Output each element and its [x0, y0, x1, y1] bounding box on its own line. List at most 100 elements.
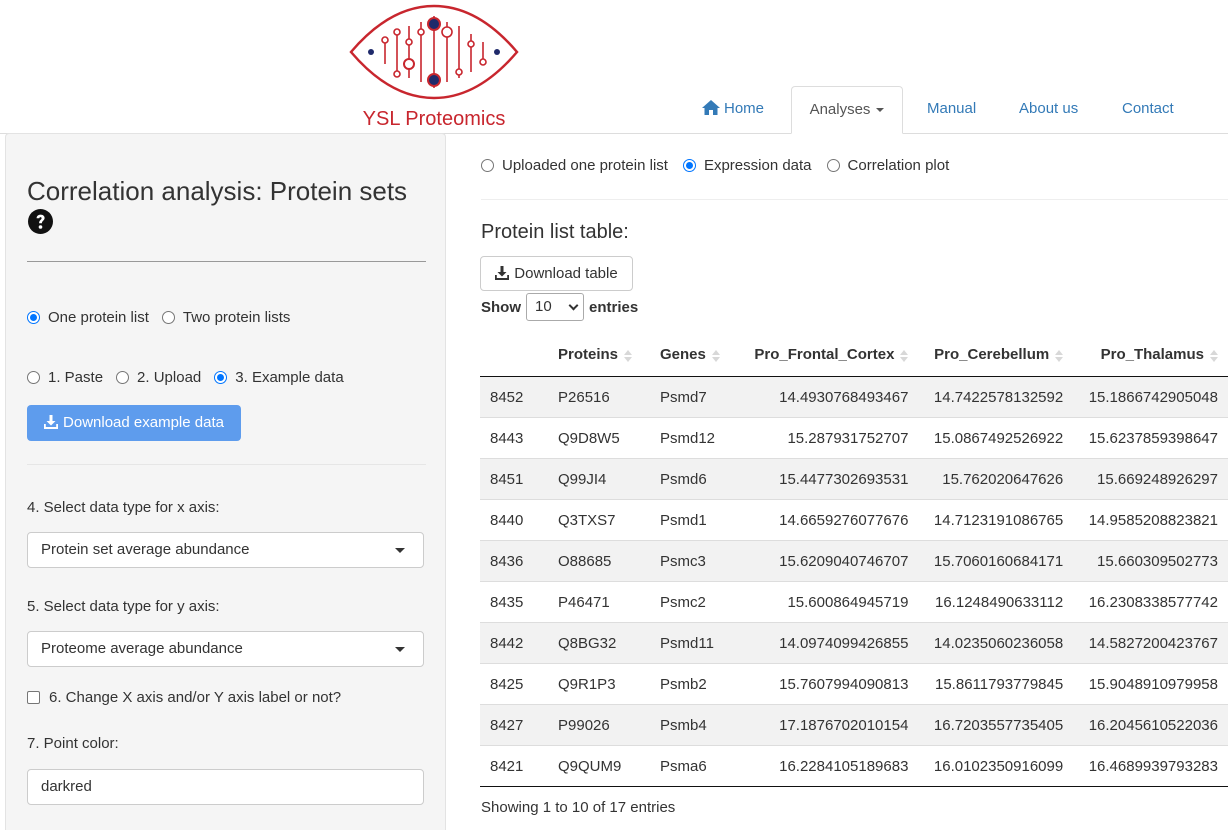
radio-paste[interactable]: 1. Paste [27, 369, 103, 386]
column-header-cerebellum[interactable]: Pro_Cerebellum [918, 334, 1074, 377]
entries-select-value: 10 [535, 298, 552, 315]
radio-correlation-plot[interactable]: Correlation plot [826, 157, 950, 174]
point-color-input[interactable]: darkred [27, 769, 424, 805]
entries-label: entries [589, 298, 639, 316]
radio-button[interactable] [826, 159, 840, 172]
radio-one-protein-list[interactable]: One protein list [27, 309, 149, 326]
change-axis-label-checkbox-row[interactable]: 6. Change X axis and/or Y axis label or … [27, 689, 341, 706]
section-title: Protein list table: [481, 221, 629, 243]
table-row[interactable]: 8436 O88685 Psmc3 15.6209040746707 15.706016… [480, 540, 1228, 582]
protein-table: Proteins Genes Pro_Frontal_Cortex Pro_Ce… [480, 334, 1228, 787]
table-cell: 16.2045610522036 [1073, 704, 1228, 746]
table-row[interactable]: 8440 Q3TXS7 Psmd1 14.6659276077676 14.712319… [480, 499, 1228, 541]
table-row[interactable]: 8425 Q9R1P3 Psmb2 15.7607994090813 15.861179… [480, 663, 1228, 705]
table-row[interactable]: 8442 Q8BG32 Psmd11 14.0974099426855 14.02350… [480, 622, 1228, 664]
table-cell: Psma6 [650, 745, 738, 787]
column-header-thalamus[interactable]: Pro_Thalamus [1073, 334, 1228, 377]
radio-button[interactable] [27, 371, 40, 384]
download-example-button[interactable]: Download example data [27, 405, 241, 441]
sort-icon [1055, 348, 1064, 364]
table-row[interactable]: 8427 P99026 Psmb4 17.1876702010154 16.720355… [480, 704, 1228, 746]
table-cell: 14.6659276077676 [738, 499, 919, 541]
table-cell: Psmd1 [650, 499, 738, 541]
radio-example-data[interactable]: 3. Example data [214, 369, 344, 386]
point-color-value: darkred [41, 778, 92, 795]
column-header-genes[interactable]: Genes [650, 334, 738, 377]
table-row[interactable]: 8452 P26516 Psmd7 14.4930768493467 14.742257… [480, 376, 1228, 418]
page-length-control: Show 10 entries [481, 293, 638, 321]
radio-label: One protein list [48, 309, 149, 326]
y-axis-select-value: Proteome average abundance [41, 640, 243, 657]
table-cell: 16.1248490633112 [918, 581, 1074, 623]
table-row[interactable]: 8443 Q9D8W5 Psmd12 15.287931752707 15.086749… [480, 417, 1228, 459]
nav-home[interactable]: Home [702, 86, 764, 132]
sort-icon [1210, 348, 1218, 364]
nav-analyses[interactable]: Analyses [791, 86, 903, 134]
radio-label: Uploaded one protein list [502, 157, 668, 174]
column-header-proteins[interactable]: Proteins [548, 334, 650, 377]
radio-upload[interactable]: 2. Upload [116, 369, 201, 386]
download-example-label: Download example data [63, 414, 224, 431]
radio-button[interactable] [116, 371, 130, 384]
table-cell: 15.6237859398647 [1073, 417, 1228, 459]
divider [481, 199, 1228, 200]
y-axis-select[interactable]: Proteome average abundance [27, 631, 424, 667]
radio-label: Two protein lists [182, 309, 291, 326]
table-cell: 14.7422578132592 [933, 388, 1064, 406]
table-cell: Psmd11 [650, 622, 738, 664]
nav-manual[interactable]: Manual [927, 86, 976, 132]
sidebar-panel: Correlation analysis: Protein sets One p… [5, 133, 446, 830]
radio-label: 3. Example data [235, 369, 344, 386]
column-header-label: Pro_Thalamus [1100, 346, 1204, 364]
radio-two-protein-lists[interactable]: Two protein lists [161, 309, 291, 326]
sort-icon [711, 348, 720, 364]
radio-button[interactable] [682, 159, 696, 172]
radio-button[interactable] [481, 159, 494, 172]
table-cell: 8440 [480, 499, 548, 541]
table-cell: Q9R1P3 [548, 663, 650, 705]
table-cell: 14.9585208823821 [1073, 499, 1228, 541]
table-cell: 15.6209040746707 [738, 540, 919, 582]
sort-icon [624, 348, 633, 364]
chevron-down-icon [568, 300, 579, 311]
table-cell: Psmc2 [650, 581, 738, 623]
table-cell: 8442 [480, 622, 548, 664]
x-axis-select[interactable]: Protein set average abundance [27, 532, 424, 568]
table-cell: 14.4930768493467 [779, 388, 909, 406]
table-cell: 14.0974099426855 [738, 622, 919, 664]
radio-uploaded-list[interactable]: Uploaded one protein list [481, 157, 668, 174]
question-circle-icon[interactable] [28, 209, 53, 234]
table-row[interactable]: 8435 P46471 Psmc2 15.600864945719 16.1248490… [480, 581, 1228, 623]
table-cell: 15.762020647626 [918, 458, 1074, 500]
radio-button[interactable] [214, 371, 228, 384]
radio-button[interactable] [27, 311, 40, 324]
radio-label: Expression data [703, 157, 812, 174]
table-cell: 8435 [480, 581, 548, 623]
radio-button[interactable] [161, 311, 175, 324]
table-cell: P99026 [548, 704, 650, 746]
table-cell: 16.4689939793283 [1073, 745, 1228, 787]
nav-about[interactable]: About us [1019, 86, 1078, 132]
y-axis-label: 5. Select data type for y axis: [27, 598, 220, 615]
table-cell: 16.0102350916099 [918, 745, 1074, 787]
radio-expression-data[interactable]: Expression data [682, 157, 812, 174]
entries-select[interactable]: 10 [526, 293, 584, 321]
table-cell: 8436 [480, 540, 548, 582]
home-icon [702, 100, 720, 115]
table-cell: P46471 [548, 581, 650, 623]
show-label: Show [481, 298, 521, 316]
checkbox[interactable] [27, 691, 40, 704]
caret-down-icon [876, 108, 885, 113]
table-row[interactable]: 8421 Q9QUM9 Psma6 16.2284105189683 16.010235… [480, 745, 1228, 787]
nav-contact-label: Contact [1122, 100, 1174, 117]
table-cell: Q9QUM9 [548, 745, 650, 787]
table-cell: 15.669248926297 [1073, 458, 1228, 500]
radio-label: Correlation plot [847, 157, 950, 174]
table-row[interactable]: 8451 Q99JI4 Psmd6 15.4477302693531 15.762020… [480, 458, 1228, 500]
nav-contact[interactable]: Contact [1122, 86, 1174, 132]
download-table-button[interactable]: Download table [480, 256, 633, 291]
table-cell: 15.7060160684171 [918, 540, 1074, 582]
table-cell: 15.600864945719 [738, 581, 919, 623]
column-header-frontal-cortex[interactable]: Pro_Frontal_Cortex [738, 334, 919, 377]
table-body: 8452 P26516 Psmd7 14.4930768493467 14.742257… [480, 376, 1228, 787]
